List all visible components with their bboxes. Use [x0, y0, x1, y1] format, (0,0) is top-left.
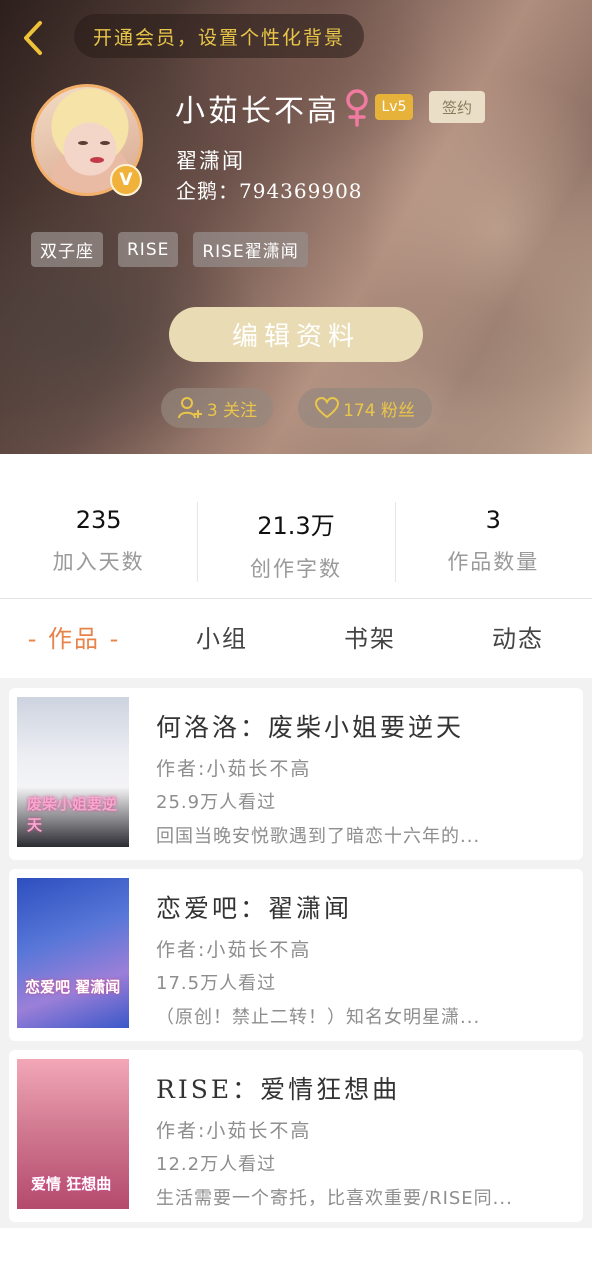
avatar-lips: [90, 157, 104, 163]
level-badge: Lv5: [375, 94, 413, 120]
work-cover: 爱情 狂想曲: [17, 1059, 129, 1209]
cover-title: 废柴小姐要逆天: [27, 795, 118, 834]
tab-bar: - 作品 - 小组 书架 动态: [0, 614, 592, 664]
add-user-icon: [177, 397, 202, 419]
back-button[interactable]: [16, 18, 50, 58]
cover-title: 爱情 狂想曲: [31, 1175, 112, 1193]
tab-activity[interactable]: 动态: [444, 614, 592, 664]
following-count: 3 关注: [206, 400, 258, 421]
tag-list: 双子座 RISE RISE翟潇闻: [31, 232, 308, 267]
works-list: 废柴小姐要逆天 何洛洛：废柴小姐要逆天 作者:小茹长不高 25.9万人看过 回国…: [0, 678, 592, 1228]
tag-item[interactable]: RISE: [118, 232, 179, 267]
work-views: 25.9万人看过: [156, 792, 277, 813]
stat-label: 创作字数: [249, 557, 342, 581]
work-author: 作者:小茹长不高: [156, 1120, 312, 1142]
fans-button[interactable]: 174 粉丝: [298, 388, 432, 428]
work-title: RISE：爱情狂想曲: [156, 1075, 401, 1104]
work-author: 作者:小茹长不高: [156, 758, 312, 780]
work-description: （原创！禁止二转！）知名女明星潇...: [156, 1007, 481, 1028]
stat-value: 21.3万: [257, 512, 335, 540]
profile-header: 开通会员，设置个性化背景 V 小茹长不高 Lv5 签约 翟潇闻 企鹅：79436…: [0, 0, 592, 454]
work-card[interactable]: 爱情 狂想曲 RISE：爱情狂想曲 作者:小茹长不高 12.2万人看过 生活需要…: [9, 1050, 583, 1222]
tab-bookshelf[interactable]: 书架: [296, 614, 444, 664]
sign-contract-button[interactable]: 签约: [429, 91, 485, 123]
female-icon: [346, 89, 368, 127]
verified-badge-icon: V: [110, 164, 142, 196]
real-name: 翟潇闻: [176, 149, 245, 173]
chevron-left-icon: [24, 21, 42, 55]
work-cover: 恋爱吧 翟潇闻: [17, 878, 129, 1028]
edit-profile-button[interactable]: 编辑资料: [169, 307, 423, 362]
stat-words: 21.3万 创作字数: [197, 500, 394, 584]
cover-title: 恋爱吧 翟潇闻: [25, 978, 121, 996]
vip-background-banner[interactable]: 开通会员，设置个性化背景: [74, 14, 364, 58]
avatar-eye: [78, 141, 88, 145]
stat-label: 加入天数: [52, 550, 145, 574]
stats-bar: 235 加入天数 21.3万 创作字数 3 作品数量: [0, 500, 592, 584]
stat-value: 3: [485, 506, 501, 534]
work-card[interactable]: 废柴小姐要逆天 何洛洛：废柴小姐要逆天 作者:小茹长不高 25.9万人看过 回国…: [9, 688, 583, 860]
stat-works: 3 作品数量: [394, 500, 592, 584]
stat-value: 235: [75, 506, 122, 534]
avatar-eye: [100, 141, 110, 145]
work-views: 17.5万人看过: [156, 973, 277, 994]
stat-label: 作品数量: [447, 550, 540, 574]
work-cover: 废柴小姐要逆天: [17, 697, 129, 847]
fans-count: 174 粉丝: [343, 400, 415, 421]
qq-number: 企鹅：794369908: [176, 179, 363, 203]
work-author: 作者:小茹长不高: [156, 939, 312, 961]
username: 小茹长不高: [175, 94, 340, 129]
tag-item[interactable]: 双子座: [31, 232, 103, 267]
work-description: 回国当晚安悦歌遇到了暗恋十六年的...: [156, 826, 481, 847]
stat-days: 235 加入天数: [0, 500, 197, 584]
work-title: 何洛洛：废柴小姐要逆天: [156, 713, 465, 742]
work-card[interactable]: 恋爱吧 翟潇闻 恋爱吧：翟潇闻 作者:小茹长不高 17.5万人看过 （原创！禁止…: [9, 869, 583, 1041]
following-button[interactable]: 3 关注: [161, 388, 273, 428]
divider: [0, 598, 592, 599]
work-title: 恋爱吧：翟潇闻: [156, 894, 353, 923]
tab-groups[interactable]: 小组: [148, 614, 296, 664]
tab-works[interactable]: - 作品 -: [0, 614, 148, 664]
work-views: 12.2万人看过: [156, 1154, 277, 1175]
heart-icon: [315, 397, 340, 419]
tag-item[interactable]: RISE翟潇闻: [193, 232, 308, 267]
work-description: 生活需要一个寄托，比喜欢重要/RISE同...: [156, 1188, 513, 1209]
